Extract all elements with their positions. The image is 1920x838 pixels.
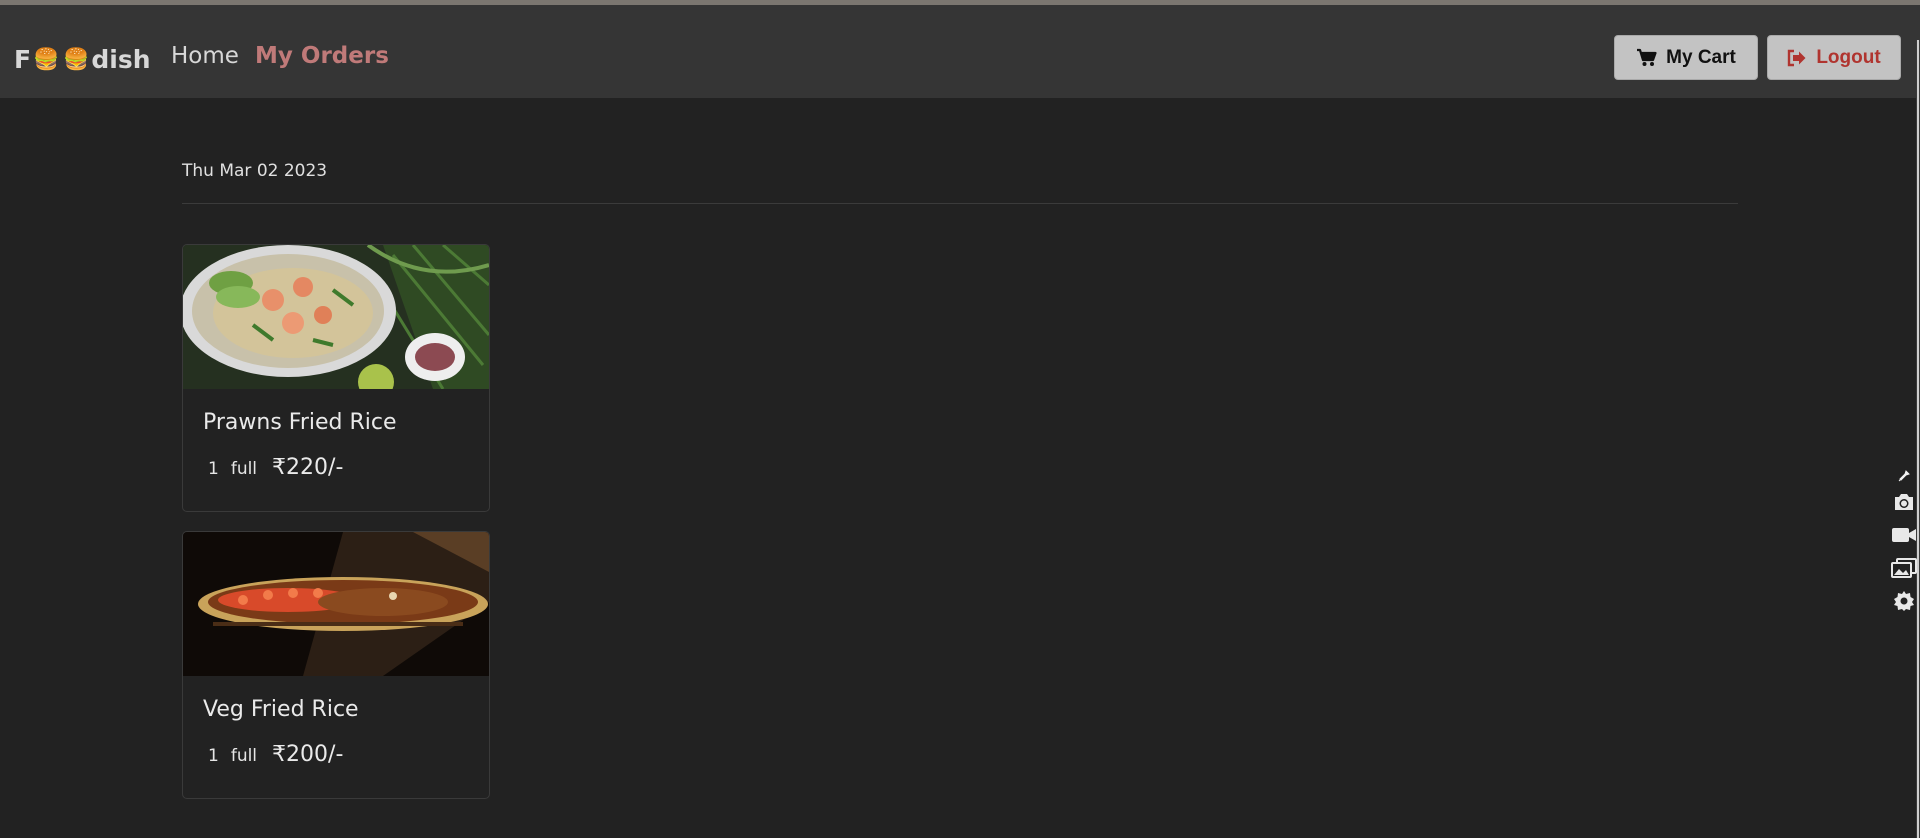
order-item-card: Prawns Fried Rice 1 full ₹220/- — [182, 244, 490, 512]
gallery-icon[interactable] — [1890, 554, 1918, 582]
brand-prefix: F — [14, 44, 32, 74]
nav-home-link[interactable]: Home — [171, 43, 239, 69]
camera-icon[interactable] — [1890, 488, 1918, 516]
item-meta: 1 full ₹220/- — [208, 455, 343, 480]
order-divider — [182, 203, 1738, 204]
nav-my-orders-link[interactable]: My Orders — [255, 43, 389, 69]
scroll-thumb[interactable] — [1917, 40, 1919, 838]
navbar: F 🍔 🍔 dish Home My Orders My Cart Logout — [0, 5, 1920, 98]
item-size: full — [230, 459, 258, 479]
item-price: ₹220/- — [272, 455, 344, 480]
order-item-card: Veg Fried Rice 1 full ₹200/- — [182, 531, 490, 799]
gear-icon[interactable] — [1890, 587, 1918, 615]
veg-fried-rice-image — [183, 532, 489, 676]
item-size: full — [230, 746, 258, 766]
pin-icon[interactable] — [1890, 466, 1918, 486]
prawns-fried-rice-image — [183, 245, 489, 389]
logout-label: Logout — [1816, 46, 1881, 68]
logout-button[interactable]: Logout — [1767, 35, 1901, 80]
sign-out-icon — [1787, 49, 1807, 67]
item-meta: 1 full ₹200/- — [208, 742, 343, 767]
item-quantity: 1 — [208, 459, 219, 479]
item-name: Veg Fried Rice — [203, 697, 359, 722]
cart-icon — [1636, 48, 1657, 67]
capture-toolbar — [1887, 466, 1920, 620]
item-name: Prawns Fried Rice — [203, 410, 397, 435]
order-date: Thu Mar 02 2023 — [182, 161, 328, 181]
brand-logo[interactable]: F 🍔 🍔 dish — [14, 39, 151, 79]
page-scrollbar[interactable] — [1916, 40, 1920, 838]
video-icon[interactable] — [1890, 521, 1918, 549]
item-price: ₹200/- — [272, 742, 344, 767]
burger-icon: 🍔 — [63, 46, 90, 71]
my-cart-label: My Cart — [1666, 46, 1736, 68]
brand-suffix: dish — [91, 44, 151, 74]
burger-icon: 🍔 — [33, 46, 60, 71]
item-quantity: 1 — [208, 746, 219, 766]
my-cart-button[interactable]: My Cart — [1614, 35, 1758, 80]
